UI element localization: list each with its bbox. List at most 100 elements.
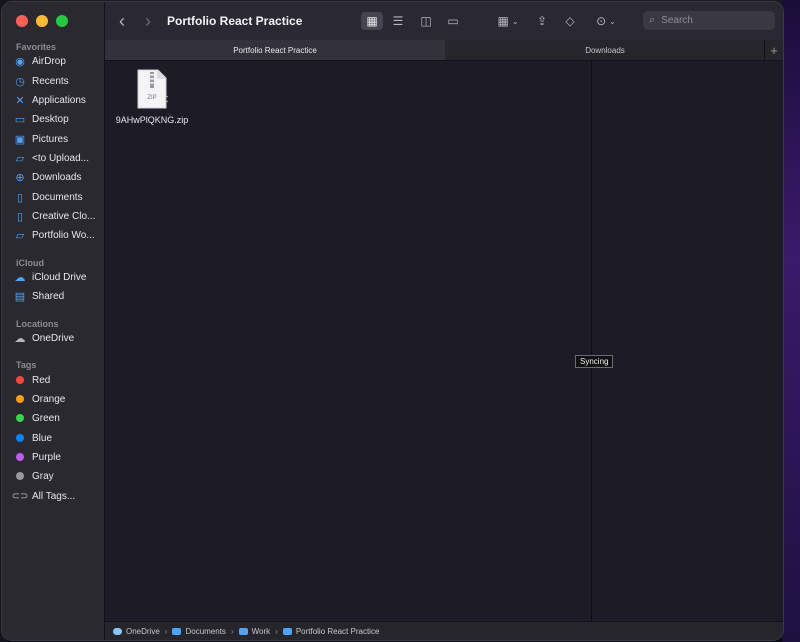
plus-icon: + — [770, 42, 778, 58]
sidebar-item-creative-cloud[interactable]: ▯ Creative Clo... — [12, 207, 100, 225]
sidebar-item-label: Blue — [32, 432, 53, 444]
syncing-tooltip: Syncing — [575, 355, 614, 368]
sidebar-item-documents[interactable]: ▯ Documents — [12, 188, 100, 206]
file-item[interactable]: ZIP 9AHwPlQKNG.zip — [113, 69, 191, 125]
sidebar-section-locations: Locations — [16, 319, 59, 329]
sidebar-item-label: Pictures — [32, 133, 69, 145]
folder-icon: ▱ — [15, 229, 25, 242]
pictures-icon: ▣ — [14, 133, 26, 146]
tab-label: Portfolio React Practice — [233, 45, 317, 55]
share-button[interactable]: ⇪ — [531, 12, 553, 30]
desktop-icon: ▭ — [14, 113, 26, 126]
forward-button[interactable]: › — [145, 11, 151, 32]
group-button[interactable]: ▦ ⌄ — [493, 12, 523, 30]
zip-file-icon: ZIP — [136, 69, 173, 109]
sidebar-item-to-upload[interactable]: ▱ <to Upload... — [12, 149, 100, 167]
path-label: Work — [251, 626, 271, 636]
sidebar-item-label: iCloud Drive — [32, 271, 87, 283]
sidebar-item-label: Portfolio Wo... — [32, 229, 95, 241]
file-name: 9AHwPlQKNG.zip — [115, 115, 189, 125]
sidebar-tag-purple[interactable]: Purple — [12, 448, 100, 466]
sidebar-item-label: Purple — [32, 451, 61, 463]
sidebar-item-label: Documents — [32, 191, 83, 203]
zoom-window-button[interactable] — [56, 15, 68, 27]
tab-portfolio-react-practice[interactable]: Portfolio React Practice — [105, 40, 445, 60]
sidebar-item-label: Gray — [32, 470, 54, 482]
file-type-label: ZIP — [147, 95, 157, 101]
sidebar-item-label: Desktop — [32, 113, 69, 125]
close-window-button[interactable] — [16, 15, 28, 27]
sidebar-item-airdrop[interactable]: ◉ AirDrop — [12, 52, 100, 70]
tag-color-dot — [16, 472, 24, 480]
sidebar-item-label: Recents — [32, 75, 69, 87]
document-icon: ▯ — [16, 210, 24, 223]
minimize-window-button[interactable] — [36, 15, 48, 27]
sidebar-tag-gray[interactable]: Gray — [12, 467, 100, 485]
back-button[interactable]: ‹ — [119, 11, 125, 32]
path-item-work[interactable]: Work — [238, 626, 271, 636]
window-title: Portfolio React Practice — [167, 14, 303, 28]
sidebar-tag-orange[interactable]: Orange — [12, 390, 100, 408]
sidebar-item-recents[interactable]: ◷ Recents — [12, 72, 100, 90]
sidebar-item-label: Shared — [32, 290, 65, 302]
airdrop-icon: ◉ — [15, 55, 25, 68]
sidebar-item-label: <to Upload... — [32, 152, 89, 164]
sidebar-item-label: Red — [32, 374, 51, 386]
search-field[interactable]: ⌕ Search — [643, 11, 775, 30]
folder-icon: ▱ — [15, 152, 25, 165]
path-item-onedrive[interactable]: OneDrive — [113, 627, 160, 636]
shared-folder-icon: ▤ — [14, 290, 26, 303]
sidebar-item-label: Orange — [32, 393, 66, 405]
tag-icon: ◇ — [565, 14, 575, 28]
gallery-view-button[interactable]: ▭ — [442, 12, 464, 30]
window-controls — [16, 15, 68, 27]
cloud-icon — [113, 627, 122, 635]
downloads-icon: ⊕ — [15, 171, 25, 184]
sidebar-item-pictures[interactable]: ▣ Pictures — [12, 130, 100, 148]
file-browser-content: ZIP 9AHwPlQKNG.zip Syncing — [105, 61, 783, 622]
tag-color-dot — [16, 395, 24, 403]
list-view-button[interactable]: ☰ — [387, 12, 409, 30]
share-icon: ⇪ — [536, 14, 548, 28]
path-label: OneDrive — [126, 626, 160, 636]
group-icon: ▦ — [497, 14, 509, 28]
applications-icon: ✕ — [15, 94, 25, 107]
ellipsis-circle-icon: ⊙ — [596, 14, 607, 28]
sidebar-tag-blue[interactable]: Blue — [12, 429, 100, 447]
path-item-portfolio-react-practice[interactable]: Portfolio React Practice — [282, 627, 379, 636]
more-actions-button[interactable]: ⊙ ⌄ — [591, 12, 621, 30]
column-view-button[interactable]: ◫ — [415, 12, 437, 30]
tab-label: Downloads — [585, 45, 625, 55]
new-tab-button[interactable]: + — [764, 40, 783, 60]
icon-view-button[interactable]: ▦ — [361, 12, 383, 30]
tag-color-dot — [16, 414, 24, 422]
sidebar-item-label: Downloads — [32, 171, 82, 183]
tab-bar: Portfolio React Practice Downloads + — [105, 40, 783, 61]
sidebar-item-downloads[interactable]: ⊕ Downloads — [12, 168, 100, 186]
all-tags-icon: ⊂⊃ — [12, 490, 29, 502]
sidebar-item-onedrive[interactable]: ☁ OneDrive — [12, 329, 100, 347]
cloud-icon: ☁ — [14, 332, 26, 345]
sidebar-item-portfolio-work[interactable]: ▱ Portfolio Wo... — [12, 226, 100, 244]
clock-icon: ◷ — [15, 75, 25, 88]
search-placeholder: Search — [661, 15, 693, 26]
sidebar-tag-red[interactable]: Red — [12, 371, 100, 389]
sidebar-item-icloud-drive[interactable]: ☁ iCloud Drive — [12, 268, 100, 286]
sidebar-section-tags: Tags — [16, 360, 37, 370]
sidebar-item-applications[interactable]: ✕ Applications — [12, 91, 100, 109]
sidebar-tag-green[interactable]: Green — [12, 409, 100, 427]
tag-color-dot — [16, 453, 24, 461]
path-item-documents[interactable]: Documents — [172, 626, 226, 636]
sidebar: Favorites ◉ AirDrop ◷ Recents ✕ Applicat… — [2, 2, 105, 640]
sidebar-item-desktop[interactable]: ▭ Desktop — [12, 110, 100, 128]
gallery-icon: ▭ — [447, 14, 459, 28]
tab-downloads[interactable]: Downloads — [445, 40, 765, 60]
path-label: Documents — [185, 626, 226, 636]
sidebar-item-label: AirDrop — [32, 55, 66, 67]
sidebar-item-shared[interactable]: ▤ Shared — [12, 287, 100, 305]
sidebar-tag-all-tags[interactable]: ⊂⊃ All Tags... — [12, 487, 100, 505]
tag-button[interactable]: ◇ — [559, 12, 581, 30]
document-icon: ▯ — [16, 191, 24, 204]
path-bar: OneDrive › Documents › Work › Portfolio … — [105, 621, 783, 640]
column-divider[interactable] — [591, 61, 592, 622]
